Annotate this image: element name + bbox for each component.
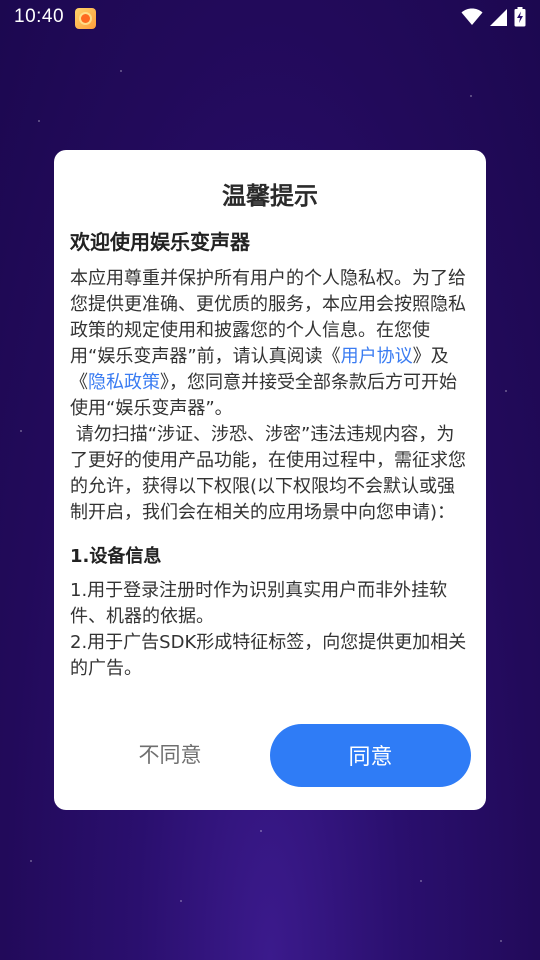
cellular-signal-icon bbox=[490, 8, 507, 26]
star bbox=[180, 900, 182, 902]
privacy-policy-link[interactable]: 隐私政策 bbox=[88, 372, 160, 393]
intro-paragraph: 本应用尊重并保护所有用户的个人隐私权。为了给您提供更准确、更优质的服务，本应用会… bbox=[70, 266, 472, 422]
star bbox=[120, 70, 122, 72]
status-bar: 10:40 bbox=[0, 0, 540, 36]
star bbox=[500, 940, 502, 942]
weather-sun-icon bbox=[75, 8, 96, 29]
user-agreement-link[interactable]: 用户协议 bbox=[341, 346, 413, 367]
star bbox=[30, 860, 32, 862]
privacy-dialog: 温馨提示 欢迎使用娱乐变声器 本应用尊重并保护所有用户的个人隐私权。为了给您提供… bbox=[54, 150, 486, 810]
warning-paragraph: 请勿扫描“涉证、涉恐、涉密”违法违规内容，为了更好的使用产品功能，在使用过程中，… bbox=[70, 424, 466, 523]
dialog-title: 温馨提示 bbox=[222, 182, 318, 210]
device-info-item-2: 2.用于广告SDK形成特征标签，向您提供更加相关的广告。 bbox=[70, 632, 467, 679]
dialog-body: 欢迎使用娱乐变声器 本应用尊重并保护所有用户的个人隐私权。为了给您提供更准确、更… bbox=[70, 228, 472, 682]
star bbox=[505, 390, 507, 392]
battery-charging-icon bbox=[514, 7, 526, 27]
device-info-item-1: 1.用于登录注册时作为识别真实用户而非外挂软件、机器的依据。 bbox=[70, 580, 448, 627]
star bbox=[20, 430, 22, 432]
wifi-icon bbox=[461, 8, 483, 25]
disagree-button[interactable]: 不同意 bbox=[108, 724, 232, 786]
device-info-heading: 1.设备信息 bbox=[70, 546, 162, 567]
star bbox=[420, 880, 422, 882]
status-indicators bbox=[461, 7, 526, 27]
star bbox=[38, 120, 40, 122]
agree-button[interactable]: 同意 bbox=[270, 724, 471, 787]
welcome-heading: 欢迎使用娱乐变声器 bbox=[70, 230, 250, 254]
status-time: 10:40 bbox=[14, 6, 65, 27]
star bbox=[260, 830, 262, 832]
star bbox=[470, 95, 472, 97]
